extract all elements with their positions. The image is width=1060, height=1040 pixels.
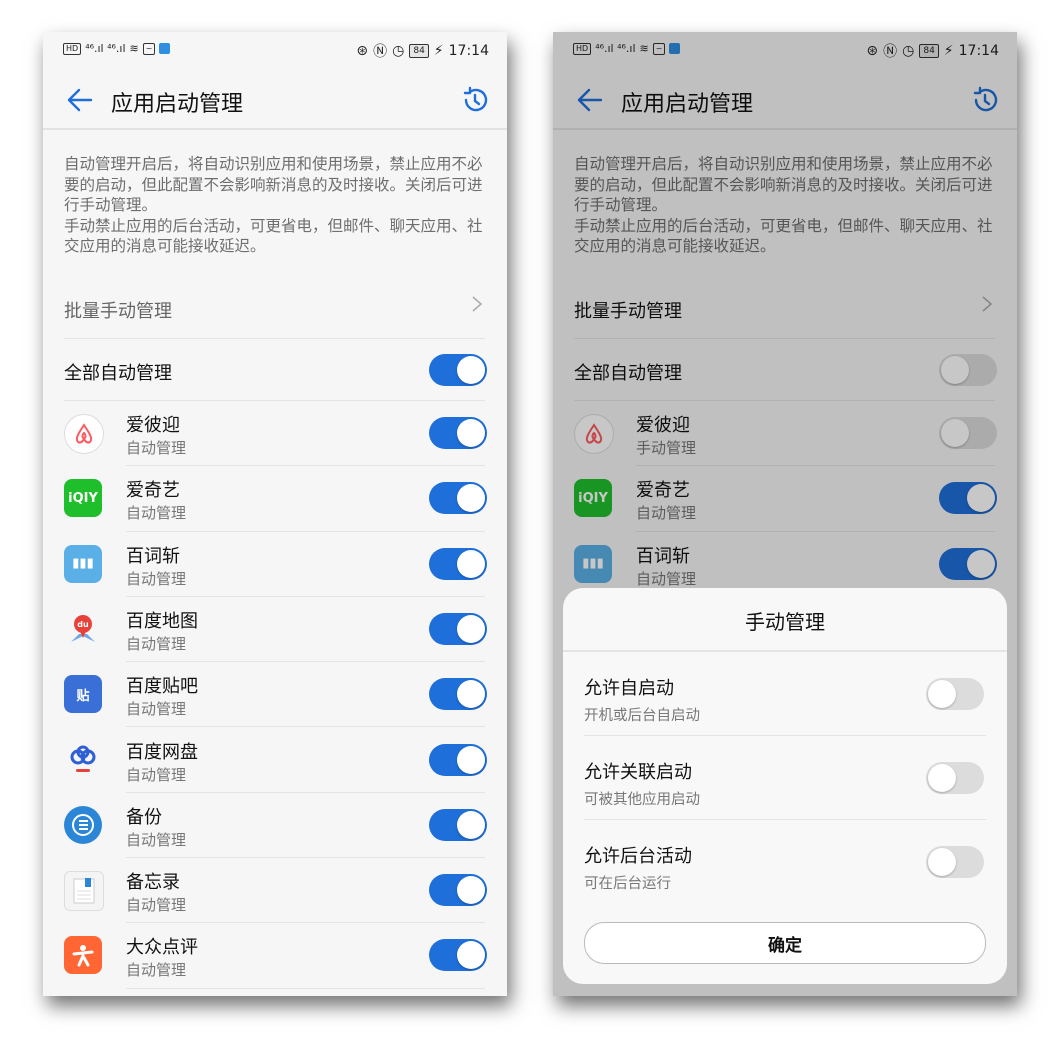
app-toggle[interactable] bbox=[429, 547, 487, 580]
phone-screen-right: HD ⁴⁶.ıl ⁴⁶.ıl ≋ ~ ⊛ Ⓝ ◷ 84 ⚡ 17:14 应用启动… bbox=[553, 32, 1017, 996]
app-status: 自动管理 bbox=[126, 765, 187, 784]
app-name: 百词斩 bbox=[126, 545, 180, 567]
app-name: 百度网盘 bbox=[126, 741, 198, 763]
all-auto-label: 全部自动管理 bbox=[64, 363, 172, 384]
batch-manage-row[interactable]: 批量手动管理 bbox=[64, 277, 485, 339]
description: 自动管理开启后，将自动识别应用和使用场景，禁止应用不必要的启动，但此配置不会影响… bbox=[64, 154, 488, 257]
charging-icon: ⚡ bbox=[433, 43, 444, 59]
app-status: 自动管理 bbox=[126, 830, 187, 849]
app-row: du 百度地图自动管理 bbox=[64, 597, 487, 663]
option-linked-start: 允许关联启动 可被其他应用启动 bbox=[584, 736, 986, 820]
manual-manage-dialog: 手动管理 允许自启动 开机或后台自启动 允许关联启动 可被其他应用启动 允许后台… bbox=[563, 588, 1007, 984]
app-name: 备忘录 bbox=[126, 872, 180, 894]
tieba-icon: 贴 bbox=[64, 675, 102, 714]
confirm-button[interactable]: 确定 bbox=[584, 922, 986, 964]
app-toggle[interactable] bbox=[429, 808, 487, 841]
app-toggle[interactable] bbox=[429, 939, 487, 972]
app-name: 百度贴吧 bbox=[126, 676, 198, 698]
dialog-title: 手动管理 bbox=[745, 610, 825, 634]
title-bar: 应用启动管理 bbox=[43, 72, 507, 128]
option-auto-start: 允许自启动 开机或后台自启动 bbox=[584, 652, 986, 736]
app-row: 大众点评 自动管理 bbox=[64, 923, 487, 989]
app-status: 自动管理 bbox=[126, 700, 187, 719]
app-name: 爱奇艺 bbox=[126, 480, 180, 502]
app-status: 自动管理 bbox=[126, 439, 187, 457]
app-row: 贴 百度贴吧自动管理 bbox=[64, 662, 487, 728]
app-row: 备份 自动管理 bbox=[64, 793, 487, 859]
all-auto-row: 全部自动管理 bbox=[64, 339, 487, 401]
option-description: 可被其他应用启动 bbox=[584, 792, 700, 808]
page-title: 应用启动管理 bbox=[111, 92, 244, 117]
history-icon[interactable] bbox=[461, 86, 489, 114]
all-auto-toggle[interactable] bbox=[429, 354, 487, 386]
app-toggle[interactable] bbox=[429, 612, 487, 645]
app-status: 自动管理 bbox=[126, 896, 187, 915]
wifi-icon: ≋ bbox=[129, 42, 139, 55]
nfc-icon: Ⓝ bbox=[373, 44, 388, 60]
option-background-activity: 允许后台活动 可在后台运行 bbox=[584, 820, 986, 904]
batch-manage-label: 批量手动管理 bbox=[64, 301, 172, 322]
app-row: iQIY 爱奇艺自动管理 bbox=[64, 466, 487, 532]
app-status: 自动管理 bbox=[126, 504, 187, 523]
app-row: 百度网盘 自动管理 bbox=[64, 728, 487, 793]
app-status: 自动管理 bbox=[126, 569, 187, 588]
app-name: 爱彼迎 bbox=[126, 415, 180, 436]
iqiyi-icon: iQIY bbox=[64, 479, 102, 518]
alarm-icon: ⊛ bbox=[356, 43, 369, 59]
app-toggle[interactable] bbox=[429, 678, 487, 711]
backup-icon bbox=[64, 805, 102, 844]
background-activity-toggle[interactable] bbox=[926, 846, 984, 878]
status-bar: HD ⁴⁶.ıl ⁴⁶.ıl ≋ ~ ⊛ Ⓝ ◷ 84 ⚡ 17:14 bbox=[43, 32, 507, 68]
back-arrow-icon[interactable] bbox=[65, 86, 93, 114]
baidu-map-icon: du bbox=[64, 610, 102, 648]
phone-screen-left: HD ⁴⁶.ıl ⁴⁶.ıl ≋ ~ ⊛ Ⓝ ◷ 84 ⚡ 17:14 应用启动… bbox=[43, 32, 507, 996]
linked-start-toggle[interactable] bbox=[926, 762, 984, 794]
option-description: 可在后台运行 bbox=[584, 876, 671, 892]
app-toggle[interactable] bbox=[429, 417, 487, 449]
status-time: 17:14 bbox=[448, 43, 489, 59]
airbnb-icon bbox=[64, 414, 104, 454]
app-toggle[interactable] bbox=[429, 482, 487, 515]
hd-icon: HD bbox=[63, 42, 82, 55]
app-toggle[interactable] bbox=[429, 743, 487, 776]
app-row: 爱彼迎 自动管理 bbox=[64, 401, 487, 467]
auto-start-toggle[interactable] bbox=[926, 678, 984, 710]
clock-icon: ◷ bbox=[392, 43, 405, 59]
option-label: 允许后台活动 bbox=[584, 846, 692, 867]
option-label: 允许自启动 bbox=[584, 678, 674, 699]
app-status: 自动管理 bbox=[126, 961, 187, 980]
dianping-icon bbox=[64, 936, 102, 975]
battery-indicator: 84 bbox=[409, 44, 429, 58]
app-name: 大众点评 bbox=[126, 937, 198, 959]
app-name: 百度地图 bbox=[126, 610, 198, 632]
app-row: ▮▮▮ 百词斩自动管理 bbox=[64, 532, 487, 597]
description-paragraph-2: 手动禁止应用的后台活动，可更省电，但邮件、聊天应用、社交应用的消息可能接收延迟。 bbox=[64, 216, 483, 256]
app-status: 自动管理 bbox=[126, 634, 187, 653]
chevron-right-icon bbox=[472, 296, 483, 312]
description-paragraph-1: 自动管理开启后，将自动识别应用和使用场景，禁止应用不必要的启动，但此配置不会影响… bbox=[64, 155, 483, 214]
svg-text:du: du bbox=[77, 620, 89, 629]
app-notification-icon bbox=[159, 43, 171, 54]
option-label: 允许关联启动 bbox=[584, 762, 692, 783]
baicizhan-icon: ▮▮▮ bbox=[64, 544, 102, 583]
option-description: 开机或后台自启动 bbox=[584, 708, 700, 724]
app-name: 备份 bbox=[126, 806, 162, 828]
activity-icon: ~ bbox=[142, 42, 156, 55]
app-toggle[interactable] bbox=[429, 874, 487, 907]
app-row: 备忘录 自动管理 bbox=[64, 858, 487, 924]
baidu-netdisk-icon bbox=[64, 741, 102, 779]
memo-icon bbox=[64, 871, 104, 912]
signal-icon: ⁴⁶.ıl ⁴⁶.ıl bbox=[85, 42, 126, 55]
